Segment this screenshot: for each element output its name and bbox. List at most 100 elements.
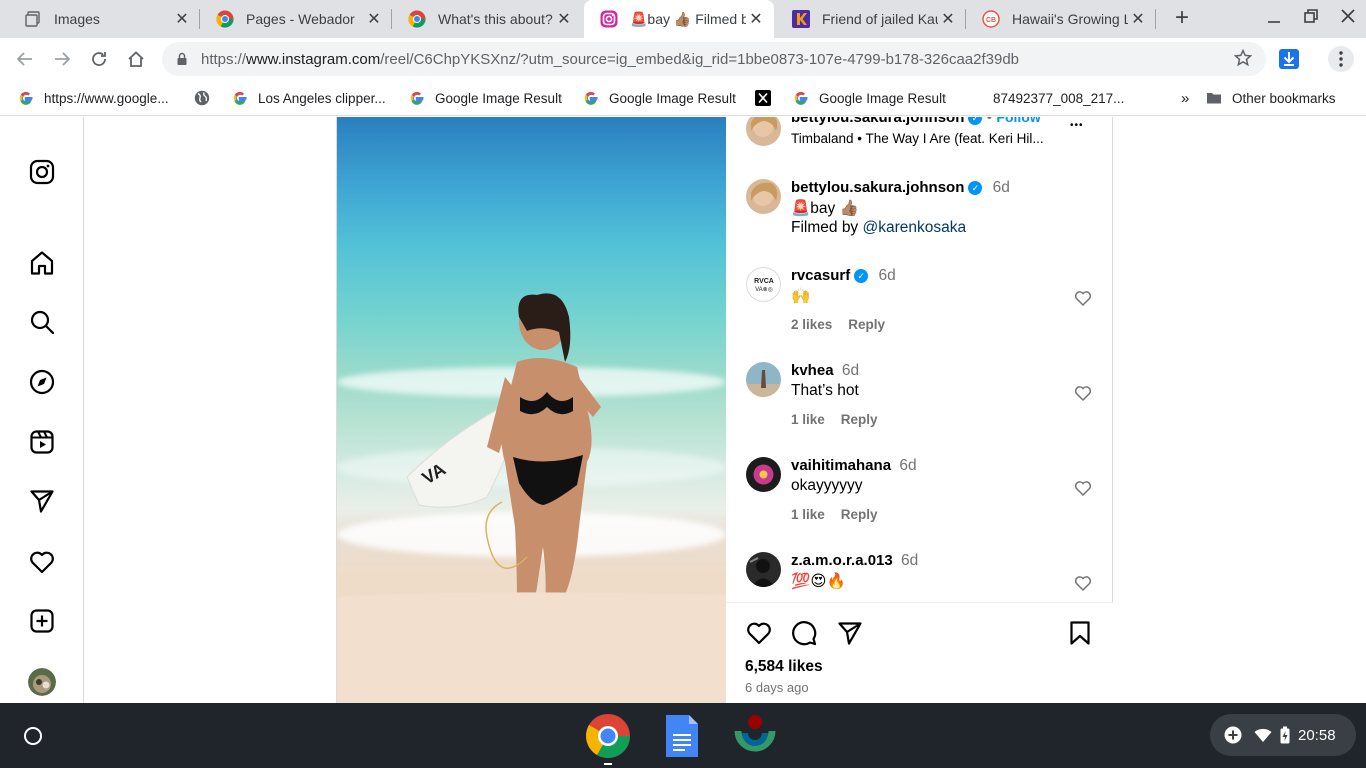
messages-send-icon[interactable] xyxy=(28,487,56,515)
explore-compass-icon[interactable] xyxy=(28,368,56,396)
tab-instagram-reel[interactable]: 🚨bay 👍🏽 Filmed b ✕ xyxy=(584,0,774,38)
wifi-icon xyxy=(1254,728,1272,742)
notifications-heart-icon[interactable] xyxy=(28,548,56,576)
reload-icon[interactable] xyxy=(87,47,111,71)
bookmark-item[interactable]: Google Image Result xyxy=(583,88,736,108)
wikimedia-icon[interactable] xyxy=(732,713,778,759)
likes-count[interactable]: 6,584 likes xyxy=(745,658,823,676)
new-tab-button[interactable]: + xyxy=(1170,6,1194,31)
comment-username[interactable]: z.a.m.o.r.a.013 xyxy=(791,552,893,569)
close-tab-icon[interactable]: ✕ xyxy=(746,9,766,29)
save-bookmark-icon[interactable] xyxy=(1066,619,1094,647)
system-tray[interactable]: 20:58 xyxy=(1210,714,1356,756)
tab-friend-of-jailed[interactable]: Friend of jailed Kau ✕ xyxy=(776,0,966,38)
url-scheme: https:// xyxy=(201,50,247,68)
other-bookmarks[interactable]: Other bookmarks xyxy=(1206,88,1336,108)
restore-window-icon[interactable] xyxy=(1303,8,1319,29)
bookmarks-overflow-chevron[interactable]: » xyxy=(1181,88,1189,108)
like-heart-icon[interactable] xyxy=(745,619,773,647)
comment-likes[interactable]: 2 likes xyxy=(791,317,832,332)
docs-icon[interactable] xyxy=(659,713,705,759)
close-tab-icon[interactable]: ✕ xyxy=(172,9,192,29)
back-arrow-icon[interactable] xyxy=(13,47,37,71)
search-icon[interactable] xyxy=(28,308,56,336)
menu-kebab-icon[interactable] xyxy=(1328,46,1354,72)
bookmark-item[interactable]: Los Angeles clipper... xyxy=(232,88,386,108)
reply-button[interactable]: Reply xyxy=(848,317,885,332)
tab-hawaii-growing[interactable]: CB Hawaii's Growing L ✕ xyxy=(966,0,1156,38)
tab-whats-this-about[interactable]: What's this about? ✕ xyxy=(392,0,582,38)
reels-icon[interactable] xyxy=(28,428,56,456)
add-circle-icon[interactable] xyxy=(1224,726,1242,744)
bookmark-item[interactable]: Google Image Result xyxy=(793,88,946,108)
author-username[interactable]: bettylou.sakura.johnson xyxy=(791,117,964,126)
comment-username[interactable]: rvcasurf xyxy=(791,267,850,284)
bookmark-label: Google Image Result xyxy=(435,90,562,106)
forward-arrow-icon[interactable] xyxy=(50,47,74,71)
caption-mention-link[interactable]: @karenkosaka xyxy=(863,219,967,236)
comment-likes[interactable]: 1 like xyxy=(791,412,825,427)
create-post-icon[interactable] xyxy=(28,607,56,635)
url-text[interactable]: https://www.instagram.com/reel/C6ChpYKSX… xyxy=(201,51,1019,68)
close-window-icon[interactable] xyxy=(1340,8,1356,29)
like-comment-heart-icon[interactable] xyxy=(1074,384,1092,402)
comment-avatar[interactable] xyxy=(746,552,781,587)
close-tab-icon[interactable]: ✕ xyxy=(938,9,958,29)
caption-line-2: Filmed by @karenkosaka xyxy=(791,219,966,237)
comment-bubble-icon[interactable] xyxy=(790,619,818,647)
home-icon[interactable] xyxy=(28,249,56,277)
comment-username[interactable]: vaihitimahana xyxy=(791,457,891,474)
bookmark-label: Google Image Result xyxy=(819,90,946,106)
home-icon[interactable] xyxy=(124,47,148,71)
google-icon xyxy=(794,91,808,105)
comment-username[interactable]: kvhea xyxy=(791,362,834,379)
follow-button[interactable]: Follow xyxy=(996,117,1040,125)
reel-video[interactable]: VA xyxy=(337,117,726,703)
audio-track[interactable]: Timbaland • The Way I Are (feat. Keri Hi… xyxy=(791,131,1044,146)
clock-time[interactable]: 20:58 xyxy=(1298,727,1336,744)
bookmark-star-icon[interactable] xyxy=(1233,48,1253,73)
other-bookmarks-label: Other bookmarks xyxy=(1232,90,1336,106)
bookmark-item[interactable]: https://www.google... xyxy=(18,88,169,108)
launcher-icon[interactable] xyxy=(24,727,42,745)
bookmark-item[interactable]: 87492377_008_217... xyxy=(993,88,1124,108)
like-comment-heart-icon[interactable] xyxy=(1074,289,1092,307)
download-icon[interactable] xyxy=(1277,47,1301,71)
address-bar[interactable]: https://www.instagram.com/reel/C6ChpYKSX… xyxy=(162,42,1266,76)
share-send-icon[interactable] xyxy=(836,619,864,647)
os-shelf: 20:58 xyxy=(0,703,1366,768)
verified-badge-icon: ✓ xyxy=(968,117,983,125)
minimize-window-icon[interactable] xyxy=(1266,8,1282,29)
close-tab-icon[interactable]: ✕ xyxy=(1128,9,1148,29)
comment-avatar[interactable] xyxy=(746,457,781,492)
author-avatar[interactable] xyxy=(746,117,781,146)
reply-button[interactable]: Reply xyxy=(841,412,878,427)
comment-avatar[interactable]: RVCA VA⊗◎ xyxy=(746,267,781,302)
like-comment-heart-icon[interactable] xyxy=(1074,574,1092,592)
comment-header: z.a.m.o.r.a.013 6d xyxy=(791,552,918,570)
tab-title: Hawaii's Growing L xyxy=(1012,11,1128,27)
tab-pages-webador[interactable]: Pages - Webador ✕ xyxy=(200,0,392,38)
chrome-icon[interactable] xyxy=(585,713,631,765)
comment-header: kvhea 6d xyxy=(791,362,859,380)
caption-username[interactable]: bettylou.sakura.johnson xyxy=(791,179,964,196)
reply-button[interactable]: Reply xyxy=(841,507,878,522)
tab-images[interactable]: Images ✕ xyxy=(8,0,200,38)
caption-avatar[interactable] xyxy=(746,179,781,214)
more-options-icon[interactable]: ••• xyxy=(1070,120,1084,131)
lock-icon[interactable] xyxy=(175,52,189,66)
bookmark-label: 87492377_008_217... xyxy=(993,90,1125,106)
instagram-sidebar xyxy=(0,117,84,703)
close-tab-icon[interactable]: ✕ xyxy=(554,9,574,29)
comment-likes[interactable]: 1 like xyxy=(791,507,825,522)
bookmark-item[interactable] xyxy=(194,88,220,108)
profile-avatar[interactable] xyxy=(28,668,56,696)
bookmark-item[interactable]: Google Image Result xyxy=(409,88,562,108)
instagram-logo-icon[interactable] xyxy=(28,158,56,186)
tab-title: Friend of jailed Kau xyxy=(822,11,938,27)
instagram-icon xyxy=(600,10,618,28)
comment-avatar[interactable] xyxy=(746,362,781,397)
bookmark-item[interactable] xyxy=(755,88,781,108)
like-comment-heart-icon[interactable] xyxy=(1074,479,1092,497)
close-tab-icon[interactable]: ✕ xyxy=(364,9,384,29)
